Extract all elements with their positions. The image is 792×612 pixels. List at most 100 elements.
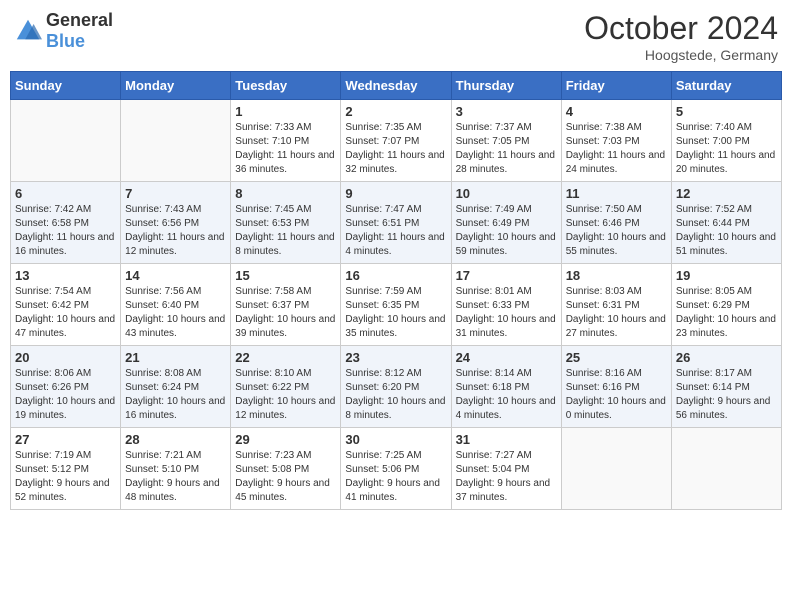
- day-number: 7: [125, 186, 226, 201]
- day-number: 28: [125, 432, 226, 447]
- table-row: 29 Sunrise: 7:23 AM Sunset: 5:08 PM Dayli…: [231, 428, 341, 510]
- location: Hoogstede, Germany: [584, 47, 778, 63]
- logo-blue-text: Blue: [46, 31, 113, 52]
- table-row: 28 Sunrise: 7:21 AM Sunset: 5:10 PM Dayli…: [121, 428, 231, 510]
- table-row: 11Sunrise: 7:50 AM Sunset: 6:46 PM Dayli…: [561, 182, 671, 264]
- table-row: 21 Sunrise: 8:08 AM Sunset: 6:24 PM Dayli…: [121, 346, 231, 428]
- col-wednesday: Wednesday: [341, 72, 451, 100]
- day-number: 10: [456, 186, 557, 201]
- day-info: Sunrise: 7:52 AM Sunset: 6:44 PM Dayligh…: [676, 203, 777, 259]
- day-number: 17: [456, 268, 557, 283]
- day-info: Sunrise: 8:10 AM Sunset: 6:22 PM Dayligh…: [235, 367, 336, 423]
- day-info: Sunrise: 7:33 AM Sunset: 7:10 PM Dayligh…: [235, 121, 336, 177]
- table-row: 9Sunrise: 7:47 AM Sunset: 6:51 PM Daylig…: [341, 182, 451, 264]
- calendar-week-row: 20 Sunrise: 8:06 AM Sunset: 6:26 PM Dayli…: [11, 346, 782, 428]
- day-info: Sunrise: 8:06 AM Sunset: 6:26 PM Dayligh…: [15, 367, 116, 423]
- day-number: 30: [345, 432, 446, 447]
- table-row: 12Sunrise: 7:52 AM Sunset: 6:44 PM Dayli…: [671, 182, 781, 264]
- table-row: [121, 100, 231, 182]
- day-number: 26: [676, 350, 777, 365]
- day-info: Sunrise: 8:17 AM Sunset: 6:14 PM Dayligh…: [676, 367, 777, 423]
- day-number: 8: [235, 186, 336, 201]
- day-number: 18: [566, 268, 667, 283]
- month-title: October 2024: [584, 10, 778, 47]
- day-info: Sunrise: 7:35 AM Sunset: 7:07 PM Dayligh…: [345, 121, 446, 177]
- day-info: Sunrise: 8:14 AM Sunset: 6:18 PM Dayligh…: [456, 367, 557, 423]
- day-number: 2: [345, 104, 446, 119]
- table-row: 14 Sunrise: 7:56 AM Sunset: 6:40 PM Dayli…: [121, 264, 231, 346]
- table-row: 16 Sunrise: 7:59 AM Sunset: 6:35 PM Dayli…: [341, 264, 451, 346]
- table-row: [11, 100, 121, 182]
- table-row: 10 Sunrise: 7:49 AM Sunset: 6:49 PM Dayli…: [451, 182, 561, 264]
- table-row: [561, 428, 671, 510]
- table-row: 27 Sunrise: 7:19 AM Sunset: 5:12 PM Dayli…: [11, 428, 121, 510]
- col-monday: Monday: [121, 72, 231, 100]
- table-row: 18Sunrise: 8:03 AM Sunset: 6:31 PM Dayli…: [561, 264, 671, 346]
- day-number: 19: [676, 268, 777, 283]
- day-number: 24: [456, 350, 557, 365]
- day-number: 4: [566, 104, 667, 119]
- day-info: Sunrise: 8:12 AM Sunset: 6:20 PM Dayligh…: [345, 367, 446, 423]
- table-row: 23 Sunrise: 8:12 AM Sunset: 6:20 PM Dayli…: [341, 346, 451, 428]
- day-number: 15: [235, 268, 336, 283]
- day-info: Sunrise: 8:01 AM Sunset: 6:33 PM Dayligh…: [456, 285, 557, 341]
- day-info: Sunrise: 7:37 AM Sunset: 7:05 PM Dayligh…: [456, 121, 557, 177]
- table-row: 25Sunrise: 8:16 AM Sunset: 6:16 PM Dayli…: [561, 346, 671, 428]
- day-info: Sunrise: 8:08 AM Sunset: 6:24 PM Dayligh…: [125, 367, 226, 423]
- day-number: 27: [15, 432, 116, 447]
- day-info: Sunrise: 7:42 AM Sunset: 6:58 PM Dayligh…: [15, 203, 116, 259]
- day-number: 31: [456, 432, 557, 447]
- day-info: Sunrise: 7:47 AM Sunset: 6:51 PM Dayligh…: [345, 203, 446, 259]
- day-number: 21: [125, 350, 226, 365]
- day-number: 23: [345, 350, 446, 365]
- day-info: Sunrise: 7:59 AM Sunset: 6:35 PM Dayligh…: [345, 285, 446, 341]
- title-section: October 2024 Hoogstede, Germany: [584, 10, 778, 63]
- table-row: 13Sunrise: 7:54 AM Sunset: 6:42 PM Dayli…: [11, 264, 121, 346]
- page-header: General Blue October 2024 Hoogstede, Ger…: [10, 10, 782, 63]
- table-row: 24 Sunrise: 8:14 AM Sunset: 6:18 PM Dayli…: [451, 346, 561, 428]
- day-info: Sunrise: 7:38 AM Sunset: 7:03 PM Dayligh…: [566, 121, 667, 177]
- table-row: 4 Sunrise: 7:38 AM Sunset: 7:03 PM Daylig…: [561, 100, 671, 182]
- table-row: 20 Sunrise: 8:06 AM Sunset: 6:26 PM Dayli…: [11, 346, 121, 428]
- calendar-week-row: 27 Sunrise: 7:19 AM Sunset: 5:12 PM Dayli…: [11, 428, 782, 510]
- day-number: 25: [566, 350, 667, 365]
- day-info: Sunrise: 7:49 AM Sunset: 6:49 PM Dayligh…: [456, 203, 557, 259]
- calendar-week-row: 6Sunrise: 7:42 AM Sunset: 6:58 PM Daylig…: [11, 182, 782, 264]
- col-sunday: Sunday: [11, 72, 121, 100]
- table-row: 15Sunrise: 7:58 AM Sunset: 6:37 PM Dayli…: [231, 264, 341, 346]
- day-number: 14: [125, 268, 226, 283]
- table-row: 22 Sunrise: 8:10 AM Sunset: 6:22 PM Dayli…: [231, 346, 341, 428]
- col-saturday: Saturday: [671, 72, 781, 100]
- day-number: 16: [345, 268, 446, 283]
- table-row: 1Sunrise: 7:33 AM Sunset: 7:10 PM Daylig…: [231, 100, 341, 182]
- day-info: Sunrise: 7:54 AM Sunset: 6:42 PM Dayligh…: [15, 285, 116, 341]
- calendar-week-row: 1Sunrise: 7:33 AM Sunset: 7:10 PM Daylig…: [11, 100, 782, 182]
- day-info: Sunrise: 7:27 AM Sunset: 5:04 PM Dayligh…: [456, 449, 557, 505]
- day-info: Sunrise: 7:25 AM Sunset: 5:06 PM Dayligh…: [345, 449, 446, 505]
- table-row: 6Sunrise: 7:42 AM Sunset: 6:58 PM Daylig…: [11, 182, 121, 264]
- table-row: 7 Sunrise: 7:43 AM Sunset: 6:56 PM Daylig…: [121, 182, 231, 264]
- day-number: 20: [15, 350, 116, 365]
- table-row: 19 Sunrise: 8:05 AM Sunset: 6:29 PM Dayli…: [671, 264, 781, 346]
- logo: General Blue: [14, 10, 113, 52]
- day-info: Sunrise: 7:23 AM Sunset: 5:08 PM Dayligh…: [235, 449, 336, 505]
- calendar-table: Sunday Monday Tuesday Wednesday Thursday…: [10, 71, 782, 510]
- day-info: Sunrise: 7:43 AM Sunset: 6:56 PM Dayligh…: [125, 203, 226, 259]
- calendar-week-row: 13Sunrise: 7:54 AM Sunset: 6:42 PM Dayli…: [11, 264, 782, 346]
- day-info: Sunrise: 8:05 AM Sunset: 6:29 PM Dayligh…: [676, 285, 777, 341]
- table-row: 26 Sunrise: 8:17 AM Sunset: 6:14 PM Dayli…: [671, 346, 781, 428]
- day-info: Sunrise: 7:21 AM Sunset: 5:10 PM Dayligh…: [125, 449, 226, 505]
- logo-icon: [14, 17, 42, 45]
- day-number: 22: [235, 350, 336, 365]
- table-row: 17 Sunrise: 8:01 AM Sunset: 6:33 PM Dayli…: [451, 264, 561, 346]
- table-row: 3Sunrise: 7:37 AM Sunset: 7:05 PM Daylig…: [451, 100, 561, 182]
- day-number: 11: [566, 186, 667, 201]
- table-row: 5Sunrise: 7:40 AM Sunset: 7:00 PM Daylig…: [671, 100, 781, 182]
- table-row: 30 Sunrise: 7:25 AM Sunset: 5:06 PM Dayli…: [341, 428, 451, 510]
- day-info: Sunrise: 7:56 AM Sunset: 6:40 PM Dayligh…: [125, 285, 226, 341]
- day-number: 29: [235, 432, 336, 447]
- col-friday: Friday: [561, 72, 671, 100]
- table-row: 8Sunrise: 7:45 AM Sunset: 6:53 PM Daylig…: [231, 182, 341, 264]
- logo-general-text: General: [46, 10, 113, 31]
- day-info: Sunrise: 7:19 AM Sunset: 5:12 PM Dayligh…: [15, 449, 116, 505]
